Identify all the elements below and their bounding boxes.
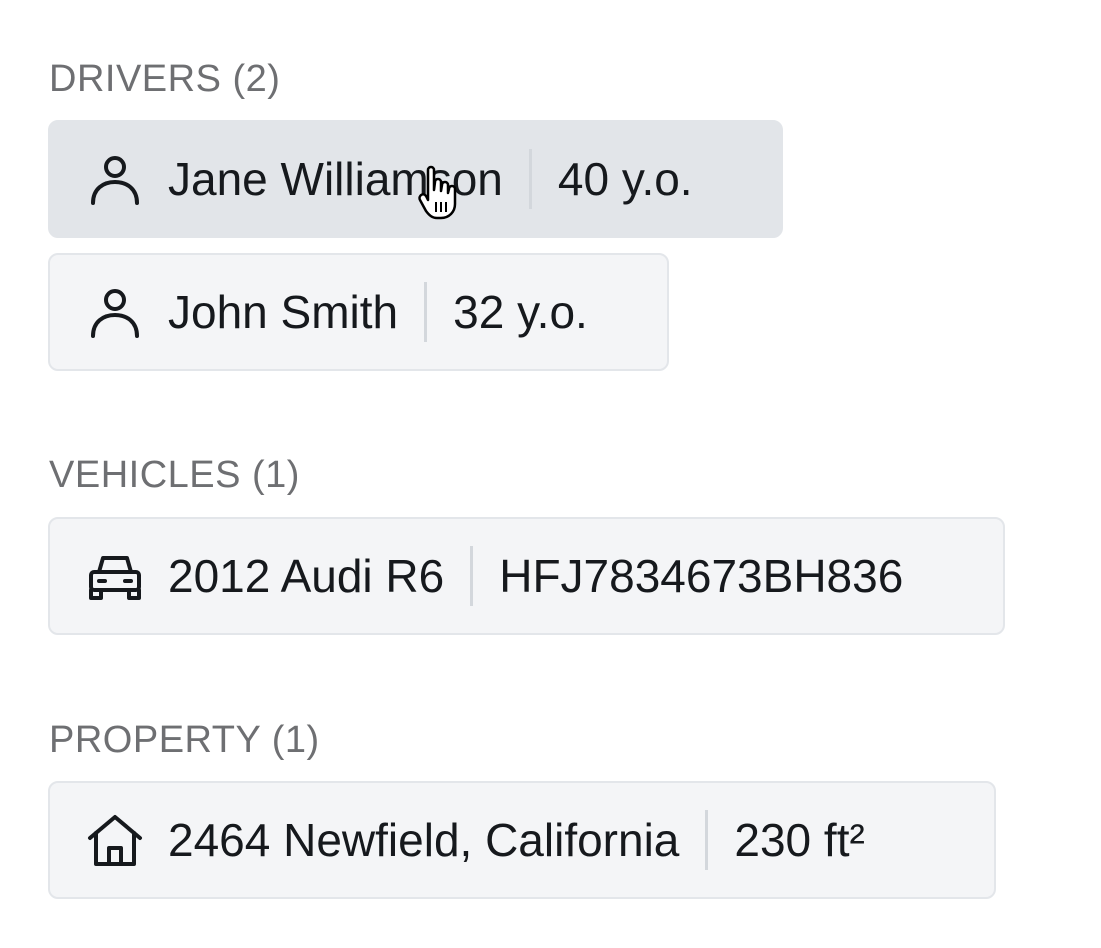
person-icon: [86, 283, 144, 341]
driver-age: 40 y.o.: [557, 153, 693, 205]
property-area: 230 ft²: [734, 814, 865, 866]
vehicle-name: 2012 Audi R6: [168, 550, 445, 602]
drivers-section-title: DRIVERS (2): [49, 58, 281, 100]
driver-age: 32 y.o.: [453, 286, 588, 338]
divider: [424, 282, 428, 342]
property-item-newfield[interactable]: 2464 Newfield, California 230 ft²: [48, 781, 996, 899]
house-icon: [86, 811, 144, 869]
car-icon: [86, 547, 144, 605]
driver-name: Jane Williamson: [168, 153, 503, 205]
driver-item-john-smith[interactable]: John Smith 32 y.o.: [48, 253, 669, 371]
divider: [705, 810, 709, 870]
driver-name: John Smith: [168, 286, 399, 338]
divider: [470, 546, 474, 606]
vehicles-section-title: VEHICLES (1): [49, 454, 300, 496]
divider: [528, 149, 532, 209]
person-icon: [86, 150, 144, 208]
vehicle-item-audi-r6[interactable]: 2012 Audi R6 HFJ7834673BH836: [48, 517, 1005, 635]
vehicle-vin: HFJ7834673BH836: [499, 550, 904, 602]
driver-item-jane-williamson[interactable]: Jane Williamson 40 y.o.: [48, 120, 783, 238]
property-section-title: PROPERTY (1): [49, 719, 320, 761]
property-address: 2464 Newfield, California: [168, 814, 680, 866]
